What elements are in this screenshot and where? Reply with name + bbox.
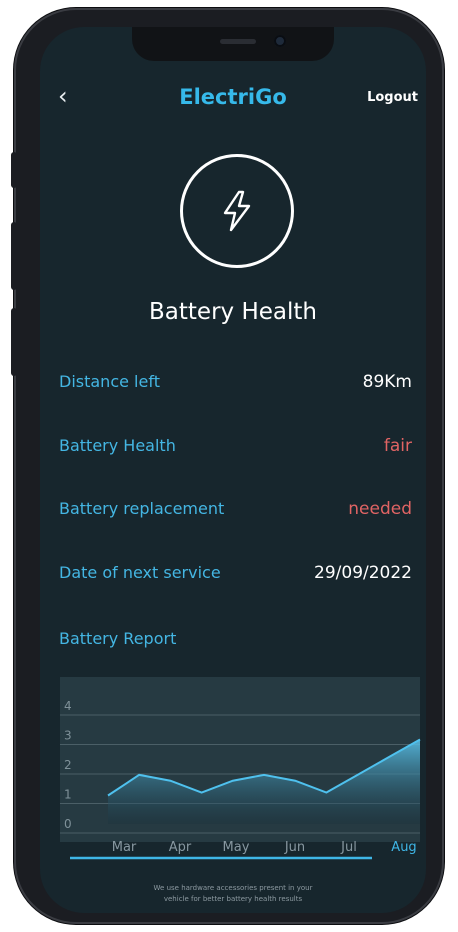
speaker-grille [220,39,256,44]
stat-row-distance: Distance left 89Km [59,372,412,398]
stat-label: Battery Health [59,436,176,455]
y-tick-label: 4 [64,699,72,713]
stat-value: needed [348,499,412,519]
y-tick-label: 0 [64,817,72,831]
stat-label: Distance left [59,372,160,391]
lightning-bolt-icon [223,190,251,232]
stat-row-battery-replacement: Battery replacement needed [59,499,412,525]
footer-note-line-2: vehicle for better battery health result… [163,895,303,903]
stat-row-next-service: Date of next service 29/09/2022 [59,563,412,589]
x-tick-label-jul[interactable]: Jul [340,840,357,855]
app-screen: ‹ ElectriGo Logout Battery Health Distan… [40,27,426,913]
phone-volume-down-button [11,308,17,376]
phone-notch [132,27,334,61]
battery-health-badge [180,154,294,268]
y-tick-label: 2 [64,758,72,772]
stat-row-battery-health: Battery Health fair [59,436,412,462]
stat-value: fair [383,436,412,456]
top-nav-bar: ‹ ElectriGo Logout [40,82,426,113]
page-title: Battery Health [149,299,317,325]
x-tick-label-apr[interactable]: Apr [169,840,192,855]
y-tick-label: 1 [64,788,72,802]
x-tick-label-mar[interactable]: Mar [112,840,137,855]
phone-volume-up-button [11,222,17,290]
battery-report-chart: 4 3 2 1 0 Mar Apr May Jun Jul Aug [60,677,421,860]
stat-label: Date of next service [59,563,221,582]
x-tick-label-aug[interactable]: Aug [391,840,416,855]
x-tick-label-jun[interactable]: Jun [284,840,305,855]
footer-note: We use hardware accessories present in y… [40,883,426,905]
stat-label: Battery replacement [59,499,225,518]
stat-value: 29/09/2022 [314,563,412,583]
logout-button[interactable]: Logout [367,90,418,105]
y-tick-label: 3 [64,729,72,743]
battery-report-heading: Battery Report [59,629,177,648]
phone-mute-switch [11,152,17,188]
stat-value: 89Km [362,372,412,392]
front-camera [274,35,286,47]
x-tick-label-may[interactable]: May [223,840,250,855]
footer-note-line-1: We use hardware accessories present in y… [153,884,313,892]
